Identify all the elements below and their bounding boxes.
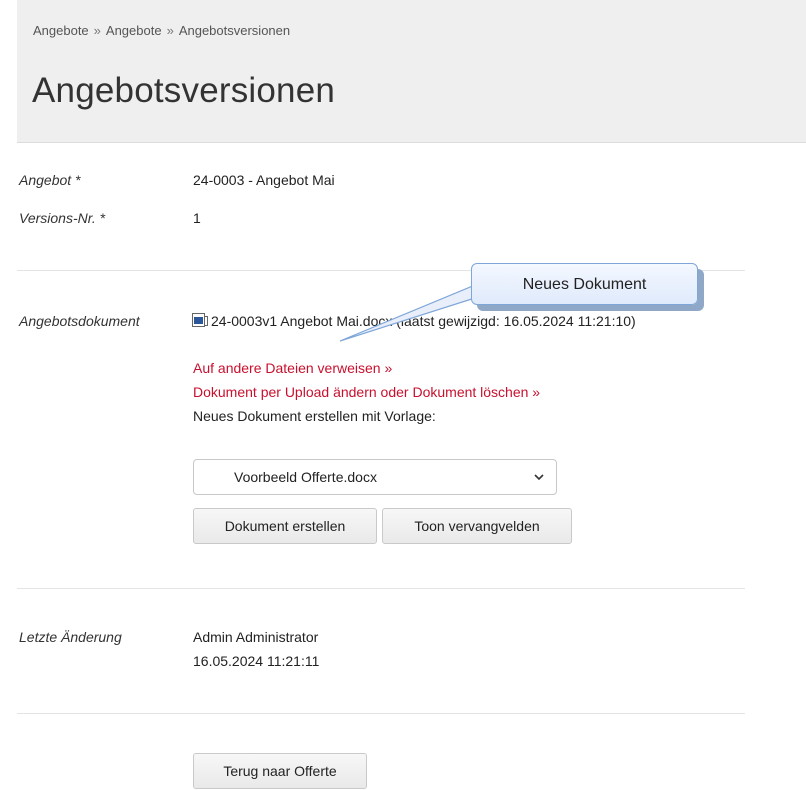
divider (17, 588, 745, 589)
upload-or-delete-link[interactable]: Dokument per Upload ändern oder Dokument… (193, 384, 540, 400)
breadcrumb-item-angebote-2[interactable]: Angebote (106, 23, 162, 38)
last-change-user: Admin Administrator (193, 629, 319, 645)
document-file-link[interactable]: 24-0003v1 Angebot Mai.docx (laatst gewij… (211, 313, 636, 329)
angebot-value: 24-0003 - Angebot Mai (193, 172, 335, 188)
breadcrumb-item-angebote[interactable]: Angebote (33, 23, 89, 38)
version-label: Versions-Nr. * (19, 210, 106, 226)
chevron-down-icon (534, 474, 544, 481)
page-title: Angebotsversionen (32, 71, 336, 110)
create-with-template-hint: Neues Dokument erstellen mit Vorlage: (193, 408, 436, 424)
word-document-icon[interactable] (192, 313, 208, 327)
angebot-label: Angebot * (19, 172, 81, 188)
breadcrumb: Angebote » Angebote » Angebotsversionen (33, 23, 290, 38)
create-document-button[interactable]: Dokument erstellen (193, 508, 377, 544)
last-change-timestamp: 16.05.2024 11:21:11 (193, 653, 320, 669)
callout-annotation: Neues Dokument (471, 263, 698, 305)
breadcrumb-separator: » (166, 23, 174, 38)
last-change-label: Letzte Änderung (19, 629, 122, 645)
version-value: 1 (193, 210, 201, 226)
page-header: Angebote » Angebote » Angebotsversionen Ange… (17, 0, 806, 143)
refer-other-files-link[interactable]: Auf andere Dateien verweisen » (193, 360, 392, 376)
divider (17, 713, 745, 714)
back-to-offer-button[interactable]: Terug naar Offerte (193, 753, 367, 789)
show-placeholders-button[interactable]: Toon vervangvelden (382, 508, 572, 544)
breadcrumb-separator: » (93, 23, 101, 38)
breadcrumb-item-current: Angebotsversionen (178, 23, 291, 38)
template-select[interactable]: Voorbeeld Offerte.docx (193, 459, 557, 495)
document-label: Angebotsdokument (19, 313, 140, 329)
template-select-value: Voorbeeld Offerte.docx (234, 469, 377, 485)
